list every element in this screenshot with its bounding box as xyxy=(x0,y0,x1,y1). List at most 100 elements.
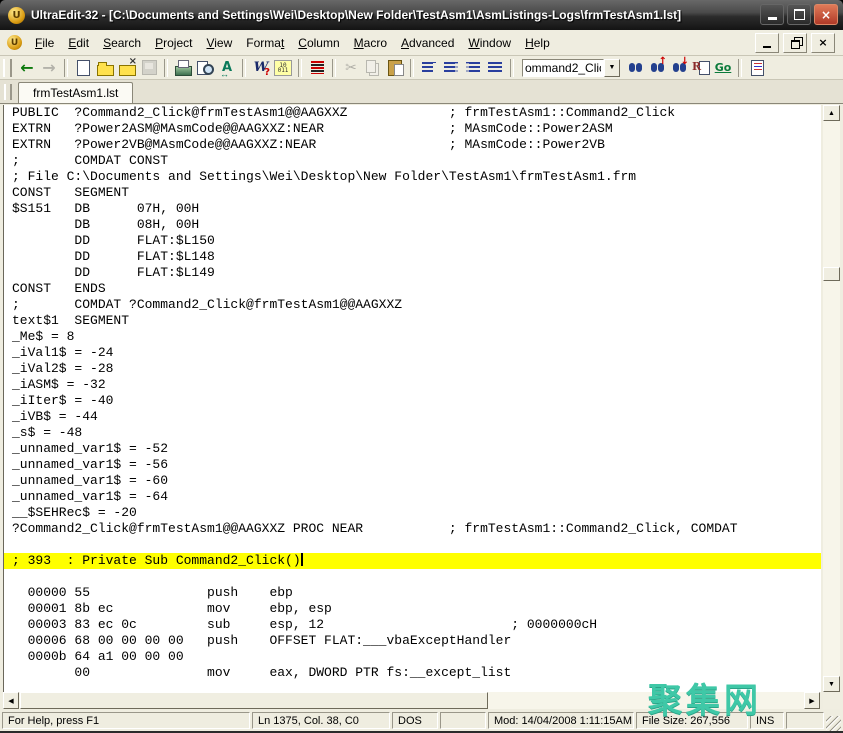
save-icon xyxy=(138,58,160,78)
align-left-icon[interactable] xyxy=(418,58,440,78)
sort-icon[interactable] xyxy=(306,58,328,78)
toolbar-separator xyxy=(510,59,514,77)
scroll-right-button[interactable]: ▶ xyxy=(804,692,820,709)
chevron-down-icon[interactable]: ▼ xyxy=(604,59,620,77)
code-line: CONST SEGMENT xyxy=(4,185,821,201)
menu-project[interactable]: Project xyxy=(148,33,199,53)
code-line: ?Command2_Click@frmTestAsm1@@AAGXXZ PROC… xyxy=(4,521,821,537)
status-empty-1 xyxy=(440,712,486,729)
close-button[interactable]: × xyxy=(814,4,838,25)
code-line: $S151 DB 07H, 00H xyxy=(4,201,821,217)
menu-column[interactable]: Column xyxy=(291,33,346,53)
function-list-icon[interactable] xyxy=(746,58,768,78)
editor-pane: PUBLIC ?Command2_Click@frmTestAsm1@@AAGX… xyxy=(0,104,843,709)
back-icon[interactable] xyxy=(16,58,38,78)
code-line: __$SEHRec$ = -20 xyxy=(4,505,821,521)
code-line: DD FLAT:$L150 xyxy=(4,233,821,249)
code-line: _unnamed_var1$ = -64 xyxy=(4,489,821,505)
status-modified-date: Mod: 14/04/2008 1:11:15AM xyxy=(488,712,634,729)
find-next-icon[interactable] xyxy=(646,58,668,78)
vertical-scroll-thumb[interactable] xyxy=(823,267,840,281)
hex-edit-icon[interactable] xyxy=(272,58,294,78)
menu-macro[interactable]: Macro xyxy=(347,33,394,53)
horizontal-scrollbar[interactable]: ◀ ▶ xyxy=(3,692,820,709)
maximize-button[interactable] xyxy=(787,4,811,25)
app-window: U UltraEdit-32 - [C:\Documents and Setti… xyxy=(0,0,843,733)
vertical-scrollbar[interactable]: ▲ ▼ xyxy=(823,105,840,692)
tab-frmtestasm1[interactable]: frmTestAsm1.lst xyxy=(18,82,133,103)
close-file-icon[interactable] xyxy=(116,58,138,78)
find-combobox: ▼ xyxy=(522,58,620,78)
status-cursor-position: Ln 1375, Col. 38, C0 xyxy=(252,712,390,729)
scroll-down-button[interactable]: ▼ xyxy=(823,676,840,692)
align-right-icon[interactable] xyxy=(462,58,484,78)
scroll-left-button[interactable]: ◀ xyxy=(3,692,19,709)
code-line: _s$ = -48 xyxy=(4,425,821,441)
spell-check-icon[interactable] xyxy=(216,58,238,78)
goto-icon[interactable] xyxy=(712,58,734,78)
scroll-up-button[interactable]: ▲ xyxy=(823,105,840,121)
open-file-icon[interactable] xyxy=(94,58,116,78)
menu-window[interactable]: Window xyxy=(461,33,518,53)
minimize-icon xyxy=(768,17,777,20)
horizontal-scroll-thumb[interactable] xyxy=(20,692,488,709)
menu-items: FileEditSearchProjectViewFormatColumnMac… xyxy=(28,33,557,53)
menu-view[interactable]: View xyxy=(199,33,239,53)
resize-grip[interactable] xyxy=(826,716,841,731)
mdi-close-button[interactable]: × xyxy=(811,33,835,53)
tabbar-grip[interactable] xyxy=(4,84,12,100)
title-bar: U UltraEdit-32 - [C:\Documents and Setti… xyxy=(0,0,843,30)
menu-edit[interactable]: Edit xyxy=(61,33,96,53)
arrow-right-icon: ▶ xyxy=(809,697,814,705)
paste-icon[interactable] xyxy=(384,58,406,78)
status-help: For Help, press F1 xyxy=(2,712,250,729)
toolbar-separator xyxy=(410,59,414,77)
code-line: 00001 8b ec mov ebp, esp xyxy=(4,601,821,617)
arrow-down-icon: ▼ xyxy=(828,681,835,688)
align-justify-icon[interactable] xyxy=(484,58,506,78)
menu-search[interactable]: Search xyxy=(96,33,148,53)
toolbar-separator xyxy=(242,59,246,77)
code-line: CONST ENDS xyxy=(4,281,821,297)
code-line: _unnamed_var1$ = -60 xyxy=(4,473,821,489)
mdi-restore-button[interactable] xyxy=(783,33,807,53)
minimize-button[interactable] xyxy=(760,4,784,25)
status-bar: For Help, press F1 Ln 1375, Col. 38, C0 … xyxy=(0,709,843,731)
menu-bar: U FileEditSearchProjectViewFormatColumnM… xyxy=(0,30,843,56)
forward-icon xyxy=(38,58,60,78)
document-icon[interactable]: U xyxy=(7,35,22,50)
menu-help[interactable]: Help xyxy=(518,33,557,53)
code-line: 00003 83 ec 0c sub esp, 12 ; 0000000cH xyxy=(4,617,821,633)
code-line: _unnamed_var1$ = -56 xyxy=(4,457,821,473)
code-line: DB 08H, 00H xyxy=(4,217,821,233)
code-line: ; COMDAT CONST xyxy=(4,153,821,169)
menu-file[interactable]: File xyxy=(28,33,61,53)
close-icon: × xyxy=(821,8,831,22)
find-combobox-input[interactable] xyxy=(522,59,604,77)
code-line: PUBLIC ?Command2_Click@frmTestAsm1@@AAGX… xyxy=(4,105,821,121)
replace-icon[interactable] xyxy=(690,58,712,78)
code-line: DD FLAT:$L149 xyxy=(4,265,821,281)
new-file-icon[interactable] xyxy=(72,58,94,78)
align-center-icon[interactable] xyxy=(440,58,462,78)
code-line xyxy=(4,569,821,585)
toolbar-grip[interactable] xyxy=(3,59,12,77)
code-line: EXTRN ?Power2VB@MAsmCode@@AAGXXZ:NEAR ; … xyxy=(4,137,821,153)
find-icon[interactable] xyxy=(624,58,646,78)
code-line: _iVB$ = -44 xyxy=(4,409,821,425)
find-prev-icon[interactable] xyxy=(668,58,690,78)
word-wrap-icon[interactable] xyxy=(250,58,272,78)
code-line: text$1 SEGMENT xyxy=(4,313,821,329)
arrow-up-icon: ▲ xyxy=(828,110,835,117)
menu-advanced[interactable]: Advanced xyxy=(394,33,461,53)
status-file-size: File Size: 267,556 xyxy=(636,712,748,729)
menu-format[interactable]: Format xyxy=(239,33,291,53)
code-line: 00006 68 00 00 00 00 push OFFSET FLAT:__… xyxy=(4,633,821,649)
toolbar: ▼ xyxy=(0,56,843,80)
app-icon: U xyxy=(8,7,25,24)
text-editor[interactable]: PUBLIC ?Command2_Click@frmTestAsm1@@AAGX… xyxy=(3,105,821,692)
toolbar-separator xyxy=(64,59,68,77)
mdi-minimize-button[interactable] xyxy=(755,33,779,53)
print-preview-icon[interactable] xyxy=(194,58,216,78)
print-icon[interactable] xyxy=(172,58,194,78)
